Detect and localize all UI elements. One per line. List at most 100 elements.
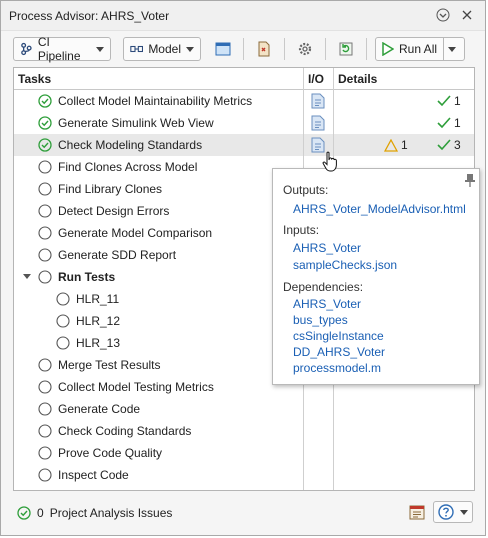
- run-all-split-button[interactable]: Run All: [375, 37, 465, 61]
- title-bar: Process Advisor: AHRS_Voter: [1, 1, 485, 31]
- task-label: Detect Design Errors: [58, 204, 170, 218]
- play-icon: [382, 42, 394, 56]
- pending-circle-icon: [38, 226, 52, 240]
- details-column-header[interactable]: Details: [334, 68, 377, 90]
- checkmark-icon: [437, 139, 451, 151]
- layout-icon: [215, 42, 231, 56]
- settings-icon: [298, 42, 312, 56]
- io-tooltip: Outputs: AHRS_Voter_ModelAdvisor.html In…: [272, 168, 480, 385]
- chevron-down-icon: [460, 509, 468, 515]
- pending-circle-icon: [38, 358, 52, 372]
- io-artifact-icon[interactable]: [311, 115, 325, 131]
- table-row[interactable]: Check Coding Standards: [14, 420, 474, 442]
- help-icon: [438, 504, 454, 520]
- pass-count-value: 1: [454, 94, 461, 108]
- pending-circle-icon: [38, 182, 52, 196]
- chevron-down-icon: [186, 46, 194, 52]
- window-menu-button[interactable]: [435, 7, 451, 23]
- table-row[interactable]: Inspect Code: [14, 464, 474, 486]
- pass-count[interactable]: 1: [437, 90, 461, 112]
- chevron-down-icon: [447, 46, 456, 52]
- settings-button[interactable]: [293, 37, 317, 61]
- dependency-link[interactable]: processmodel.m: [293, 361, 381, 375]
- report-button[interactable]: [252, 37, 276, 61]
- pipeline-label: CI Pipeline: [37, 35, 81, 63]
- window-title: Process Advisor: AHRS_Voter: [9, 8, 170, 23]
- toolbar-separator: [243, 38, 244, 60]
- report-icon: [258, 41, 270, 57]
- pending-circle-icon: [38, 424, 52, 438]
- warning-count-value: 1: [401, 138, 408, 152]
- warning-count[interactable]: 1: [384, 134, 408, 156]
- help-dropdown[interactable]: [433, 501, 473, 523]
- process-advisor-window: Process Advisor: AHRS_Voter CI Pipeline: [0, 0, 486, 536]
- expand-toggle-icon[interactable]: [23, 274, 31, 279]
- dependency-link[interactable]: bus_types: [293, 313, 348, 327]
- run-all-label: Run All: [399, 42, 438, 56]
- pin-icon[interactable]: [465, 173, 475, 187]
- git-icon: [21, 42, 32, 56]
- task-label: HLR_12: [76, 314, 121, 328]
- check-circle-icon: [38, 138, 52, 152]
- task-label: Find Library Clones: [58, 182, 163, 196]
- table-row[interactable]: Collect Model Maintainability Metrics 1: [14, 90, 474, 112]
- task-label: Generate SDD Report: [58, 248, 177, 262]
- tasks-column-header[interactable]: Tasks: [14, 68, 51, 90]
- layout-button[interactable]: [211, 37, 235, 61]
- toolbar: CI Pipeline Model Run All: [1, 31, 485, 67]
- dependency-link[interactable]: AHRS_Voter: [293, 297, 361, 311]
- task-label: Run Tests: [58, 270, 116, 284]
- model-label: Model: [148, 42, 181, 56]
- chevron-down-icon: [96, 46, 104, 52]
- task-label: Generate Simulink Web View: [58, 116, 214, 130]
- report-icon: [409, 505, 425, 520]
- close-button[interactable]: [459, 7, 475, 23]
- checkmark-icon: [437, 95, 451, 107]
- pending-circle-icon: [38, 446, 52, 460]
- inputs-heading: Inputs:: [283, 223, 320, 237]
- pending-circle-icon: [38, 160, 52, 174]
- issue-label[interactable]: Project Analysis Issues: [50, 506, 173, 520]
- task-label: Find Clones Across Model: [58, 160, 198, 174]
- input-link[interactable]: sampleChecks.json: [293, 258, 397, 272]
- table-row[interactable]: Generate Simulink Web View 1: [14, 112, 474, 134]
- task-label: Prove Code Quality: [58, 446, 163, 460]
- task-label: Collect Model Maintainability Metrics: [58, 94, 253, 108]
- table-row[interactable]: Generate Code: [14, 398, 474, 420]
- pending-circle-icon: [38, 380, 52, 394]
- io-artifact-icon[interactable]: [311, 93, 325, 109]
- hand-cursor-icon: [322, 151, 337, 172]
- pass-count[interactable]: 1: [437, 112, 461, 134]
- run-all-button[interactable]: Run All: [376, 38, 443, 60]
- pass-count[interactable]: 3: [437, 134, 461, 156]
- pending-circle-icon: [38, 248, 52, 262]
- task-label: Inspect Code: [58, 468, 129, 482]
- pending-circle-icon: [56, 314, 70, 328]
- check-circle-icon: [38, 94, 52, 108]
- dependency-link[interactable]: DD_AHRS_Voter: [293, 345, 385, 359]
- output-link[interactable]: AHRS_Voter_ModelAdvisor.html: [293, 202, 466, 216]
- task-label: Collect Model Testing Metrics: [58, 380, 214, 394]
- model-dropdown[interactable]: Model: [123, 37, 201, 61]
- model-icon: [130, 45, 144, 53]
- table-row[interactable]: Check Modeling Standards 1 3: [14, 134, 474, 156]
- toolbar-separator: [366, 38, 367, 60]
- input-link[interactable]: AHRS_Voter: [293, 241, 361, 255]
- table-row[interactable]: Prove Code Quality: [14, 442, 474, 464]
- table-header: Tasks I/O Details: [14, 68, 474, 90]
- warning-icon: [384, 138, 398, 152]
- refresh-button[interactable]: [334, 37, 358, 61]
- task-label: Check Coding Standards: [58, 424, 192, 438]
- task-label: HLR_13: [76, 336, 121, 350]
- dependency-link[interactable]: csSingleInstance: [293, 329, 384, 343]
- toolbar-separator: [325, 38, 326, 60]
- io-column-header[interactable]: I/O: [304, 68, 324, 90]
- run-all-menu-button[interactable]: [443, 38, 459, 60]
- issue-count: 0: [37, 506, 44, 520]
- task-label: Generate Model Comparison: [58, 226, 213, 240]
- pipeline-dropdown[interactable]: CI Pipeline: [13, 35, 111, 63]
- dependencies-heading: Dependencies:: [283, 280, 364, 294]
- report-button[interactable]: [409, 505, 427, 524]
- task-label: Generate Code: [58, 402, 141, 416]
- check-circle-icon: [17, 506, 31, 520]
